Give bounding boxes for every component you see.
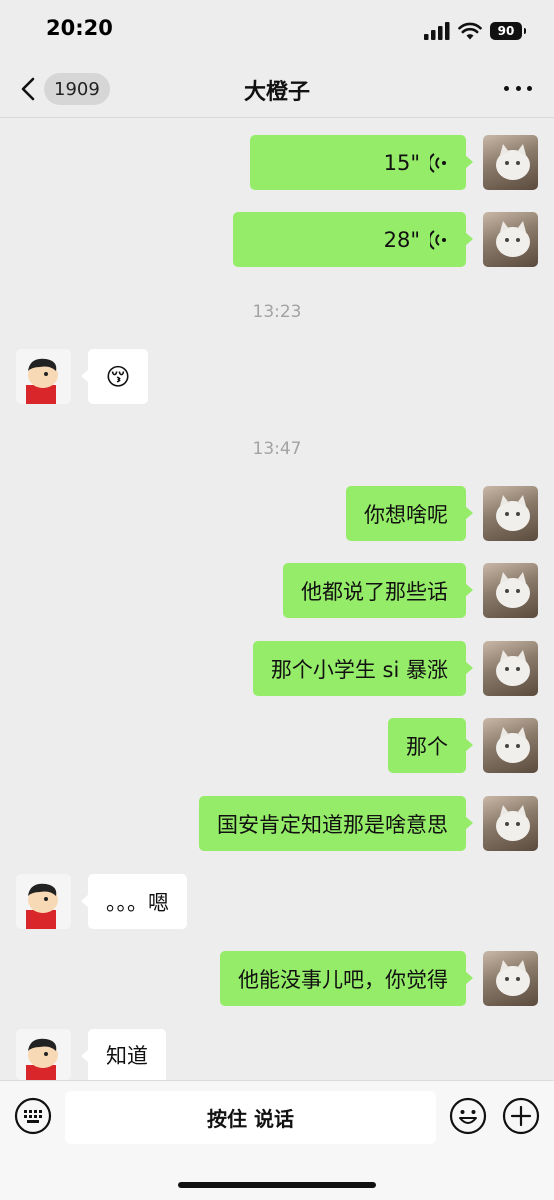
text-message-bubble[interactable]: 他能没事儿吧，你觉得 (220, 951, 473, 1006)
own-avatar[interactable] (483, 951, 538, 1006)
voice-duration: 28" (383, 227, 420, 252)
more-dot-icon (504, 85, 509, 91)
contact-avatar[interactable] (16, 1029, 71, 1080)
text-message-bubble[interactable]: 你想啥呢 (346, 486, 473, 541)
more-options-button[interactable] (504, 82, 532, 94)
voice-wave-icon (430, 229, 446, 250)
text-message-bubble[interactable]: 他都说了那些话 (283, 563, 473, 618)
message-text: 他都说了那些话 (301, 579, 448, 604)
own-avatar[interactable] (483, 135, 538, 190)
cellular-signal-icon (424, 22, 450, 40)
own-avatar[interactable] (483, 563, 538, 618)
own-avatar[interactable] (483, 641, 538, 696)
status-icons: 90 (424, 20, 526, 42)
message-timestamp: 13:23 (252, 302, 302, 322)
message-text: 那个小学生 si 暴涨 (270, 657, 448, 682)
wifi-icon (458, 22, 482, 40)
message-timestamp: 13:47 (252, 439, 302, 459)
message-text: 知道 (106, 1043, 148, 1068)
voice-message-bubble[interactable]: 15" (250, 135, 473, 190)
keyboard-icon[interactable] (14, 1097, 52, 1135)
message-text: 国安肯定知道那是啥意思 (217, 812, 448, 837)
message-text: 。。。嗯 (106, 890, 169, 915)
own-avatar[interactable] (483, 718, 538, 773)
voice-duration: 15" (383, 150, 420, 175)
home-indicator[interactable] (178, 1182, 376, 1188)
chat-nav-bar: 1909 大橙子 (0, 60, 554, 118)
hold-to-talk-button[interactable]: 按住 说话 (65, 1091, 436, 1144)
status-time: 20:20 (46, 16, 113, 40)
more-dot-icon (515, 85, 521, 91)
own-avatar[interactable] (483, 796, 538, 851)
emoji-content: 😚 (105, 362, 131, 391)
contact-avatar[interactable] (16, 874, 71, 929)
text-message-bubble[interactable]: 那个 (388, 718, 473, 773)
status-bar: 20:20 90 (0, 0, 554, 60)
text-message-bubble[interactable]: 国安肯定知道那是啥意思 (199, 796, 473, 851)
own-avatar[interactable] (483, 212, 538, 267)
chat-title: 大橙子 (243, 80, 310, 105)
own-avatar[interactable] (483, 486, 538, 541)
message-text: 他能没事儿吧，你觉得 (238, 967, 448, 992)
message-text: 那个 (406, 734, 448, 759)
text-message-bubble[interactable]: 。。。嗯 (81, 874, 187, 929)
contact-avatar[interactable] (16, 349, 71, 404)
voice-message-bubble[interactable]: 28" (233, 212, 473, 267)
more-dot-icon (527, 85, 532, 91)
emoji-message-bubble[interactable]: 😚 (81, 349, 148, 404)
message-text: 你想啥呢 (364, 502, 448, 527)
plus-icon[interactable] (502, 1097, 540, 1135)
text-message-bubble[interactable]: 知道 (81, 1029, 166, 1080)
battery-icon: 90 (490, 22, 526, 40)
emoji-icon[interactable] (449, 1097, 487, 1135)
text-message-bubble[interactable]: 那个小学生 si 暴涨 (252, 641, 474, 696)
voice-wave-icon (430, 152, 446, 173)
